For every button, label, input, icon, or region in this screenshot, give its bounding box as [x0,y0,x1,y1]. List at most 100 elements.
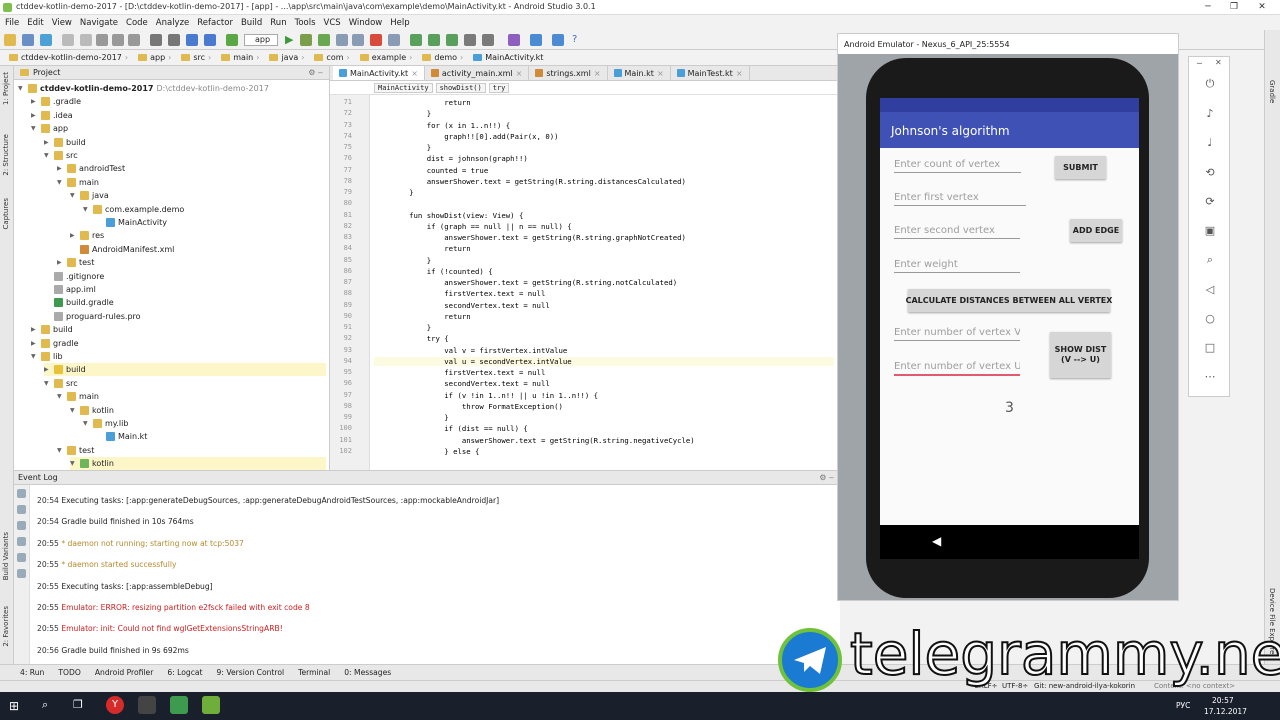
tree-item[interactable]: ▼ src [44,149,78,162]
code-line[interactable]: return [374,244,470,253]
vertex-count-input[interactable]: Enter count of vertex [894,159,1021,173]
favorites-tool-tab[interactable]: 2: Favorites [2,606,10,647]
code-line[interactable]: } [374,143,431,152]
add-edge-button[interactable]: ADD EDGE [1070,219,1122,242]
profile-icon[interactable] [336,34,348,46]
code-line[interactable]: secondVertex.text = null [374,301,549,310]
help-icon[interactable]: ? [572,34,577,45]
weight-input[interactable]: Enter weight [894,259,1020,273]
breadcrumb-item[interactable]: example › [357,52,416,63]
tree-item[interactable]: AndroidManifest.xml [70,243,174,256]
editor-tab[interactable]: activity_main.xml × [425,66,530,80]
structure-tool-tab[interactable]: 2: Structure [2,134,10,176]
save-icon[interactable] [22,34,34,46]
power-icon[interactable]: ⏻ [1203,77,1217,91]
device-manager-icon[interactable] [388,34,400,46]
make-project-icon[interactable] [226,34,238,46]
tree-item[interactable]: build.gradle [44,296,114,309]
expand-arrow-icon[interactable]: ▼ [57,393,64,400]
expand-arrow-icon[interactable]: ▼ [57,179,64,186]
bottom-tab[interactable]: Terminal [298,668,330,677]
bottom-tab[interactable]: TODO [58,668,80,677]
tree-item[interactable]: ▼ lib [31,350,63,363]
tree-item[interactable]: ▶ build [44,136,86,149]
tree-item[interactable]: ▼ my.lib [83,417,128,430]
task-view-icon[interactable]: ❐ [73,698,83,711]
tab-close-icon[interactable]: × [594,69,601,78]
search-everywhere-icon[interactable] [552,34,564,46]
code-line[interactable]: answerShower.text = getString(R.string.d… [374,177,686,186]
code-line[interactable]: if (v !in 1..n!! || u !in 1..n!!) { [374,391,598,400]
minimize-button[interactable]: ─ [1196,0,1220,15]
code-line[interactable]: firstVertex.text = null [374,368,545,377]
debug-icon[interactable] [318,34,330,46]
redo-icon[interactable] [80,34,92,46]
code-line[interactable]: firstVertex.text = null [374,289,545,298]
app-icon[interactable] [138,696,156,714]
replace-icon[interactable] [168,34,180,46]
tree-item[interactable]: ▼ src [44,377,78,390]
breadcrumb-item[interactable]: app › [135,52,174,63]
calculate-distances-button[interactable]: CALCULATE DISTANCES BETWEEN ALL VERTEX [906,289,1112,312]
vertex-u-input[interactable]: Enter number of vertex U [894,361,1020,376]
code-line[interactable]: if (dist == null) { [374,424,527,433]
expand-arrow-icon[interactable]: ▼ [31,353,38,360]
expand-arrow-icon[interactable]: ▼ [70,192,77,199]
expand-arrow-icon[interactable]: ▼ [70,460,77,467]
code-line[interactable]: fun showDist(view: View) { [374,211,523,220]
code-line[interactable]: } [374,188,413,197]
code-line[interactable]: counted = true [374,166,489,175]
code-line[interactable]: } [374,413,448,422]
code-line[interactable]: if (!counted) { [374,267,493,276]
tree-item[interactable]: ▼ kotlin [70,404,114,417]
android-studio-taskbar-icon[interactable] [170,696,188,714]
code-line[interactable]: val u = secondVertex.intValue [374,356,834,366]
emulator-taskbar-icon[interactable] [202,696,220,714]
editor-tab[interactable]: MainTest.kt × [671,66,750,80]
expand-arrow-icon[interactable]: ▼ [44,152,51,159]
menu-item-tools[interactable]: Tools [295,18,316,28]
stop-icon[interactable] [370,34,382,46]
code-line[interactable]: answerShower.text = getString(R.string.n… [374,436,695,445]
log-message[interactable]: * daemon started successfully [61,560,176,569]
breadcrumb-item[interactable]: ctddev-kotlin-demo-2017 › [6,52,131,63]
menu-item-edit[interactable]: Edit [27,18,43,28]
collapse-arrow-icon[interactable]: ▶ [70,232,77,239]
event-log-delete-icon[interactable] [17,569,26,578]
undo-icon[interactable] [62,34,74,46]
menu-item-navigate[interactable]: Navigate [80,18,118,28]
code-line[interactable]: val v = firstVertex.intValue [374,346,567,355]
bottom-tab[interactable]: 0: Messages [344,668,391,677]
show-dist-button[interactable]: SHOW DIST (V --> U) [1050,332,1111,378]
attach-debugger-icon[interactable] [352,34,364,46]
more-options-icon[interactable]: ⋯ [1203,370,1217,384]
code-line[interactable]: graph!![0].add(Pair(x, 0)) [374,132,558,141]
camera-icon[interactable]: ▣ [1203,224,1217,238]
menu-item-refactor[interactable]: Refactor [197,18,233,28]
tree-item[interactable]: Main.kt [96,430,147,443]
emulator-close-icon[interactable]: ✕ [1215,58,1222,67]
tree-item[interactable]: ▼ test [57,444,94,457]
menu-item-help[interactable]: Help [390,18,409,28]
first-vertex-input[interactable]: Enter first vertex [894,192,1026,206]
menu-item-vcs[interactable]: VCS [324,18,341,28]
code-line[interactable]: } [374,109,431,118]
second-vertex-input[interactable]: Enter second vertex [894,225,1020,239]
paste-icon[interactable] [128,34,140,46]
menu-item-build[interactable]: Build [241,18,262,28]
tree-item[interactable]: ▶ build [44,363,326,377]
revert-icon[interactable] [508,34,520,46]
find-icon[interactable] [150,34,162,46]
vertex-v-input[interactable]: Enter number of vertex V [894,327,1020,341]
bottom-tab[interactable]: Android Profiler [95,668,154,677]
tree-item[interactable]: proguard-rules.pro [44,310,141,323]
bottom-tab[interactable]: 6: Logcat [167,668,202,677]
breadcrumb-item[interactable]: main › [218,52,262,63]
code-line[interactable]: return [374,312,470,321]
code-line[interactable]: } [374,323,431,332]
run-icon[interactable]: ▶ [285,33,293,46]
clock-time[interactable]: 20:57 [1212,696,1234,705]
event-log-clear-icon[interactable] [17,537,26,546]
code-line[interactable]: try { [374,334,449,343]
tree-item[interactable]: ▼ app [31,122,68,135]
